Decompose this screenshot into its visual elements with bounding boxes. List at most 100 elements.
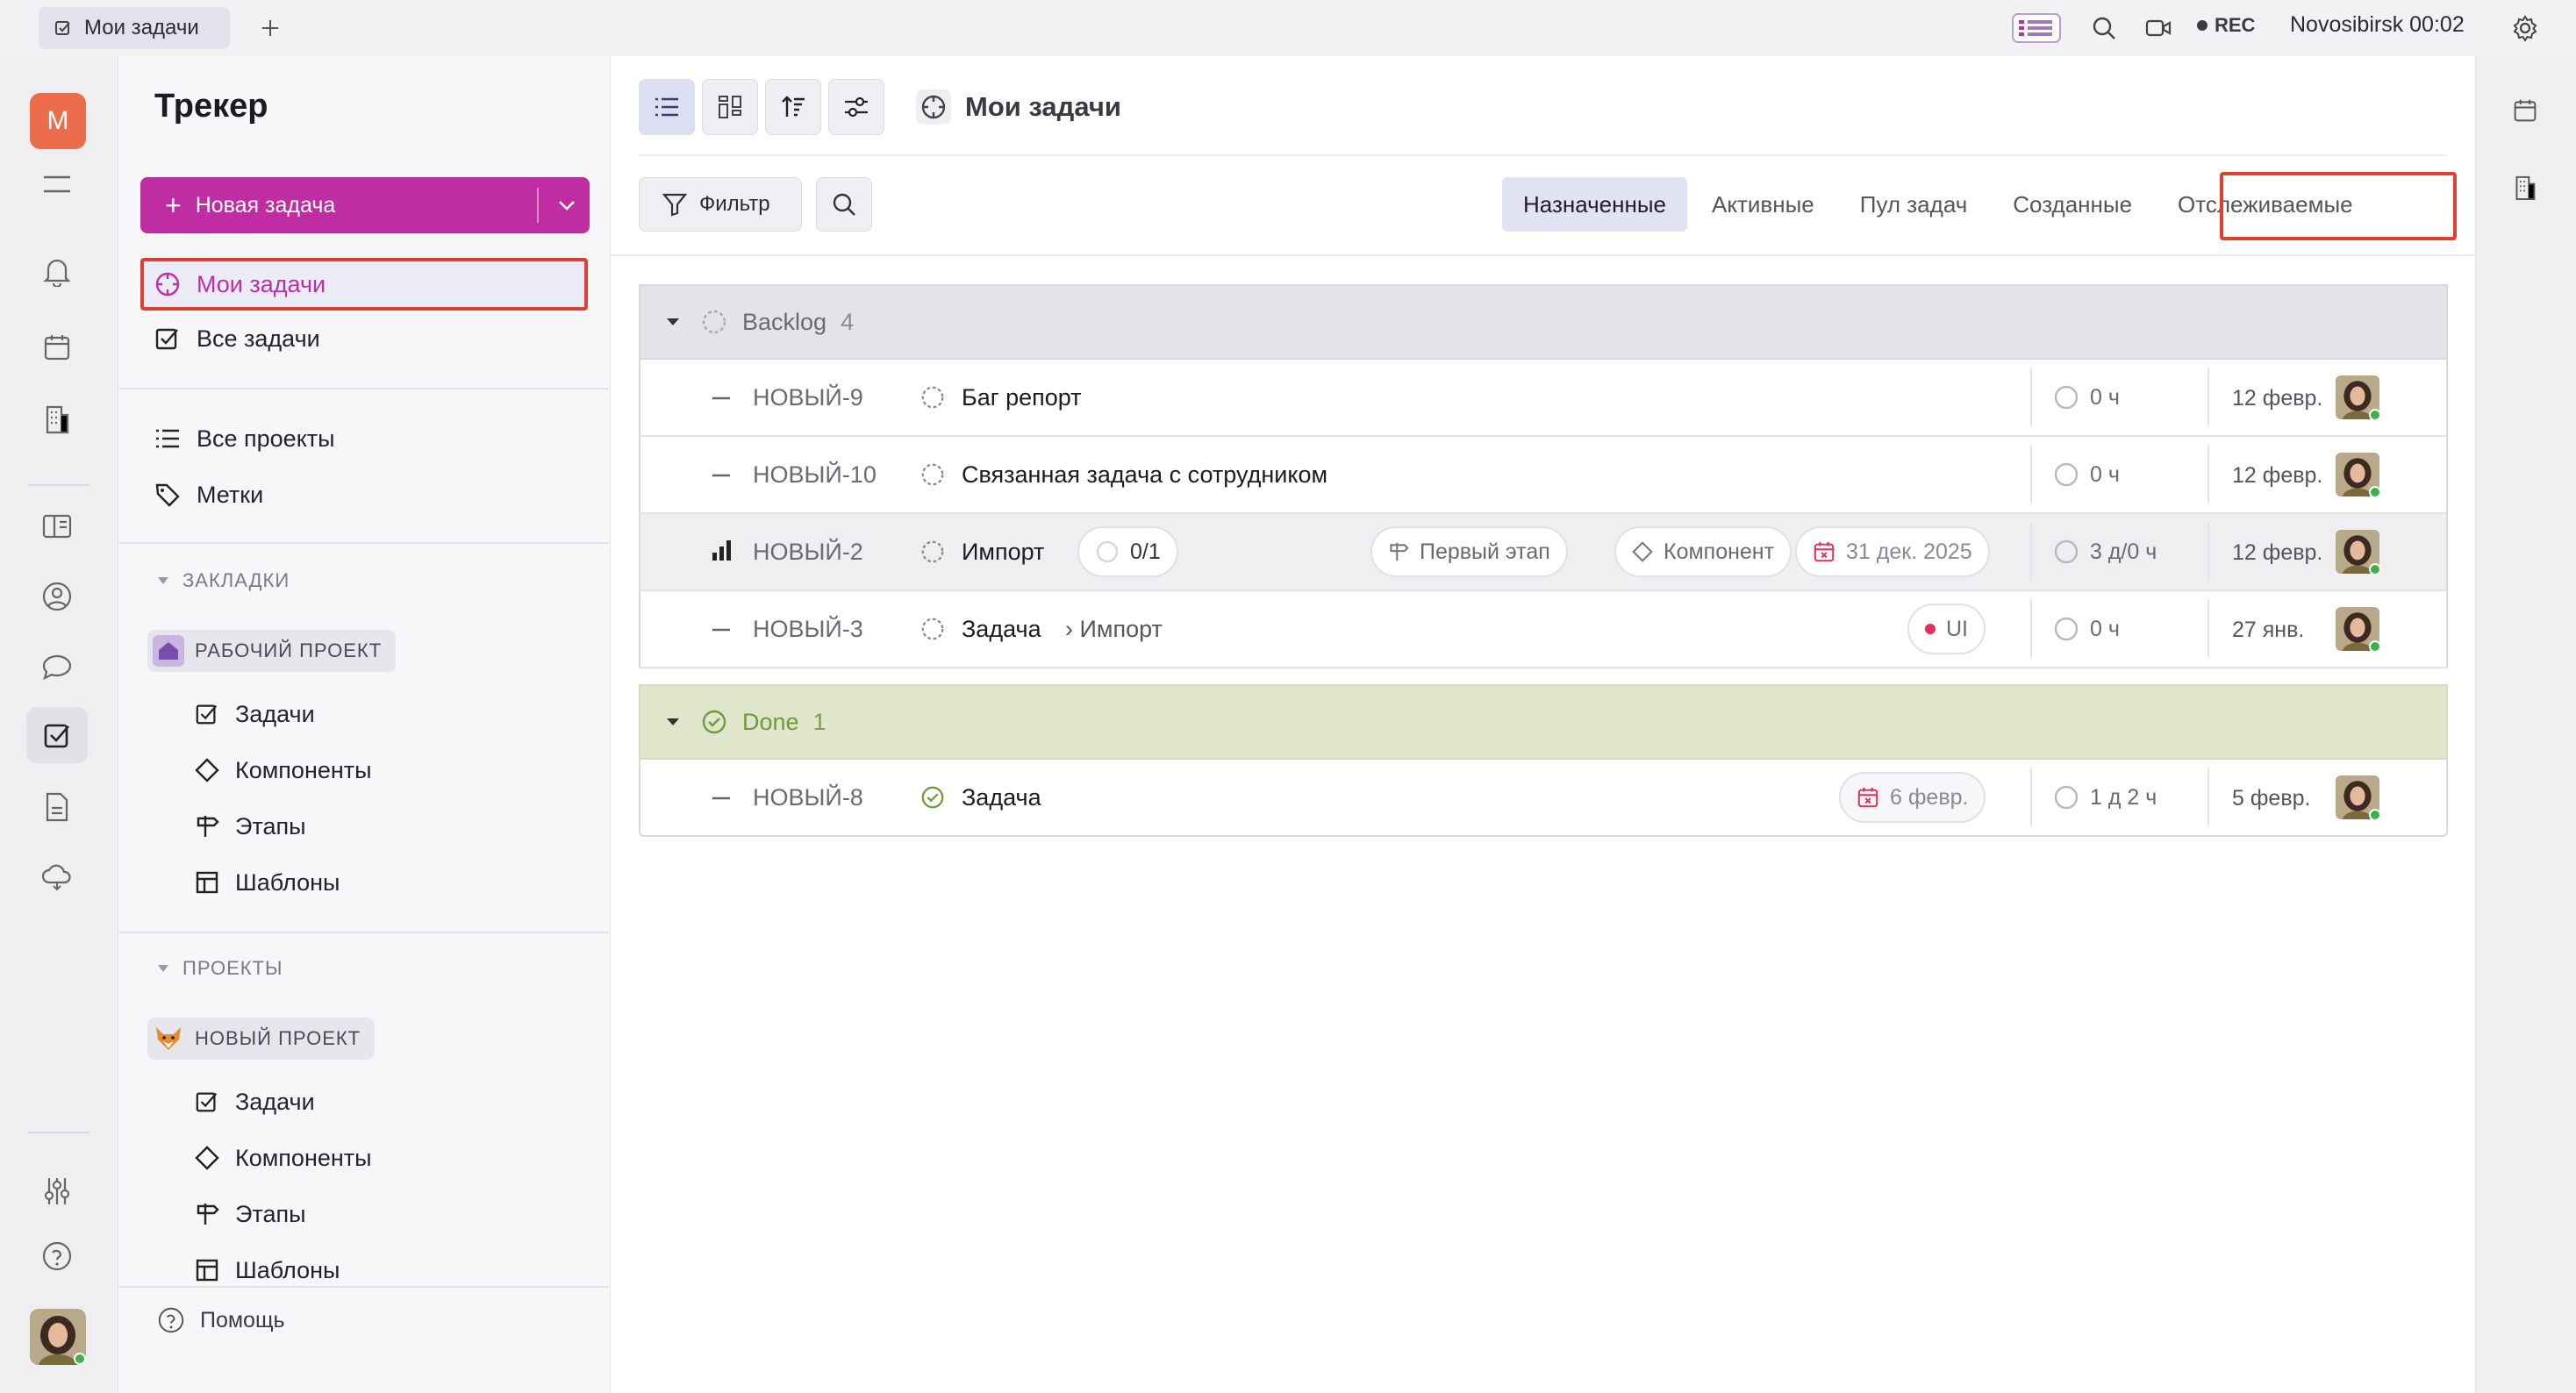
filter-button[interactable]: Фильтр bbox=[639, 177, 802, 232]
new-task-label: Новая задача bbox=[195, 192, 336, 218]
tab-task-pool[interactable]: Пул задач bbox=[1839, 177, 1989, 232]
group-header-done[interactable]: Done 1 bbox=[639, 684, 2448, 760]
calendar-icon[interactable] bbox=[2508, 93, 2543, 128]
task-title[interactable]: Задача bbox=[962, 784, 1041, 811]
list-view-button[interactable] bbox=[639, 79, 695, 135]
due-date-chip[interactable]: 31 дек. 2025 bbox=[1795, 526, 1990, 577]
new-task-button[interactable]: + Новая задача bbox=[140, 177, 590, 233]
table-row[interactable]: НОВЫЙ-8 Задача 6 февр. 1 д 2 ч 5 февр. bbox=[639, 760, 2448, 837]
task-id[interactable]: НОВЫЙ-3 bbox=[753, 616, 863, 643]
video-icon[interactable] bbox=[2141, 11, 2176, 46]
tab-subscribed[interactable]: Отслеживаемые bbox=[2157, 177, 2374, 232]
sidebar-item-bookmark-milestones[interactable]: Этапы bbox=[195, 802, 306, 851]
sidebar-item-label: Все проекты bbox=[197, 425, 335, 452]
column-divider bbox=[2030, 523, 2032, 581]
done-status-icon[interactable] bbox=[919, 784, 946, 811]
caret-down-icon bbox=[665, 317, 681, 327]
signpost-icon bbox=[195, 814, 219, 839]
sidebar-item-bookmark-templates[interactable]: Шаблоны bbox=[195, 858, 340, 907]
task-title[interactable]: Связанная задача с сотрудником bbox=[962, 461, 1327, 489]
rec-indicator[interactable]: REC bbox=[2197, 14, 2255, 37]
office-building-icon[interactable] bbox=[26, 391, 88, 447]
settings-gear-icon[interactable] bbox=[2508, 11, 2543, 46]
no-priority-icon[interactable] bbox=[711, 619, 732, 640]
task-id[interactable]: НОВЫЙ-9 bbox=[753, 384, 863, 411]
task-id[interactable]: НОВЫЙ-8 bbox=[753, 784, 863, 811]
task-id[interactable]: НОВЫЙ-2 bbox=[753, 539, 863, 566]
sidebar-item-label: Метки bbox=[197, 481, 264, 508]
sidebar-item-project-milestones[interactable]: Этапы bbox=[195, 1189, 306, 1239]
task-search-button[interactable] bbox=[816, 177, 872, 232]
sliders-icon[interactable] bbox=[26, 1163, 88, 1219]
sort-button[interactable] bbox=[765, 79, 821, 135]
sidebar-item-bookmark-components[interactable]: Компоненты bbox=[195, 746, 372, 795]
help-link[interactable]: Помощь bbox=[158, 1307, 285, 1333]
menu-icon[interactable] bbox=[26, 156, 88, 212]
chevron-down-icon[interactable] bbox=[553, 191, 581, 219]
table-row[interactable]: НОВЫЙ-3 Задача › Импорт UI 0 ч 27 янв. bbox=[639, 591, 2448, 668]
sidebar-item-project-tasks[interactable]: Задачи bbox=[195, 1077, 315, 1126]
table-row[interactable]: НОВЫЙ-10 Связанная задача с сотрудником … bbox=[639, 437, 2448, 514]
table-row[interactable]: НОВЫЙ-9 Баг репорт 0 ч 12 февр. bbox=[639, 360, 2448, 437]
estimate[interactable]: 3 д/0 ч bbox=[2053, 539, 2157, 565]
bookmarks-section-header[interactable]: ЗАКЛАДКИ bbox=[156, 563, 290, 598]
office-building-icon[interactable] bbox=[2508, 170, 2543, 205]
estimate[interactable]: 0 ч bbox=[2053, 461, 2120, 488]
backlog-status-icon[interactable] bbox=[919, 539, 946, 565]
sidebar-item-my-tasks[interactable]: Мои задачи bbox=[154, 260, 326, 309]
column-divider bbox=[2030, 768, 2032, 826]
task-title[interactable]: Задача bbox=[962, 616, 1041, 643]
new-tab-button[interactable] bbox=[254, 12, 286, 44]
bell-icon[interactable] bbox=[26, 244, 88, 300]
table-row[interactable]: НОВЫЙ-2 Импорт 0/1 Первый этап Компонент… bbox=[639, 514, 2448, 591]
cloud-icon[interactable] bbox=[26, 849, 88, 905]
sidebar-item-bookmark-tasks[interactable]: Задачи bbox=[195, 689, 315, 739]
label-chip[interactable]: UI bbox=[1907, 604, 1986, 654]
no-priority-icon[interactable] bbox=[711, 388, 732, 409]
tracker-checkbox-icon[interactable] bbox=[26, 707, 88, 763]
search-icon[interactable] bbox=[2086, 11, 2122, 46]
sidebar-item-project-components[interactable]: Компоненты bbox=[195, 1133, 372, 1182]
estimate[interactable]: 1 д 2 ч bbox=[2053, 784, 2157, 811]
project-chip[interactable]: НОВЫЙ ПРОЕКТ bbox=[147, 1018, 376, 1060]
tab-assigned[interactable]: Назначенные bbox=[1502, 177, 1687, 232]
estimate[interactable]: 0 ч bbox=[2053, 384, 2120, 411]
tab-active[interactable]: Активные bbox=[1691, 177, 1835, 232]
task-id[interactable]: НОВЫЙ-10 bbox=[753, 461, 877, 489]
book-icon[interactable] bbox=[26, 498, 88, 554]
no-priority-icon[interactable] bbox=[711, 465, 732, 486]
view-tabs: Назначенные Активные Пул задач Созданные… bbox=[1502, 177, 2374, 232]
view-options-button[interactable] bbox=[828, 79, 884, 135]
board-view-button[interactable] bbox=[702, 79, 758, 135]
backlog-status-icon[interactable] bbox=[919, 384, 946, 411]
help-circle-icon[interactable] bbox=[26, 1228, 88, 1284]
sidebar-item-labels[interactable]: Метки bbox=[154, 470, 263, 519]
document-icon[interactable] bbox=[26, 779, 88, 835]
contacts-icon[interactable] bbox=[26, 568, 88, 625]
chat-icon[interactable] bbox=[26, 639, 88, 695]
parent-task-link[interactable]: › Импорт bbox=[1065, 616, 1163, 643]
due-date-chip[interactable]: 6 февр. bbox=[1839, 772, 1986, 823]
modified-date: 12 февр. bbox=[2232, 463, 2323, 488]
subtasks-chip[interactable]: 0/1 bbox=[1077, 526, 1178, 577]
workspace-avatar[interactable]: M bbox=[30, 93, 86, 149]
backlog-status-icon[interactable] bbox=[919, 616, 946, 642]
task-title[interactable]: Импорт bbox=[962, 539, 1044, 566]
sidebar-item-all-projects[interactable]: Все проекты bbox=[154, 414, 335, 463]
backlog-status-icon bbox=[700, 308, 728, 336]
estimate[interactable]: 0 ч bbox=[2053, 616, 2120, 642]
milestone-chip[interactable]: Первый этап bbox=[1370, 526, 1568, 577]
group-header-backlog[interactable]: Backlog 4 bbox=[639, 284, 2448, 360]
backlog-status-icon[interactable] bbox=[919, 461, 946, 488]
tab-created[interactable]: Созданные bbox=[1992, 177, 2153, 232]
sidebar-item-all-tasks[interactable]: Все задачи bbox=[154, 314, 320, 363]
calendar-icon[interactable] bbox=[26, 319, 88, 375]
projects-section-header[interactable]: ПРОЕКТЫ bbox=[156, 951, 283, 986]
bookmark-project-chip[interactable]: РАБОЧИЙ ПРОЕКТ bbox=[147, 630, 397, 672]
task-title[interactable]: Баг репорт bbox=[962, 384, 1082, 411]
layout-toggle-icon[interactable] bbox=[2011, 11, 2062, 46]
tab-my-tasks[interactable]: Мои задачи bbox=[39, 7, 230, 49]
priority-high-icon[interactable] bbox=[711, 539, 732, 561]
component-chip[interactable]: Компонент bbox=[1614, 526, 1792, 577]
no-priority-icon[interactable] bbox=[711, 788, 732, 809]
